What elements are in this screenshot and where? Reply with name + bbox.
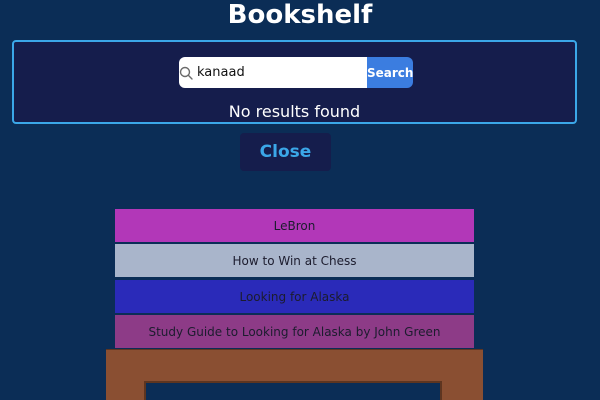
book-item[interactable]: Study Guide to Looking for Alaska by Joh… [114, 314, 475, 349]
book-title: LeBron [273, 218, 316, 233]
shelf-opening [144, 381, 442, 400]
close-button[interactable]: Close [240, 133, 331, 171]
book-title: Study Guide to Looking for Alaska by Joh… [148, 324, 441, 339]
search-input[interactable] [193, 57, 367, 88]
book-title: How to Win at Chess [232, 253, 357, 268]
book-title: Looking for Alaska [239, 289, 350, 304]
book-item[interactable]: LeBron [114, 208, 475, 243]
search-panel: Search No results found [12, 40, 577, 124]
search-bar: Search [179, 57, 413, 88]
book-item[interactable]: Looking for Alaska [114, 279, 475, 314]
search-button[interactable]: Search [367, 57, 413, 88]
book-item[interactable]: How to Win at Chess [114, 243, 475, 278]
no-results-message: No results found [228, 102, 361, 121]
search-icon [179, 57, 193, 88]
shelf-base [106, 349, 483, 400]
app-title: Bookshelf [227, 0, 373, 30]
